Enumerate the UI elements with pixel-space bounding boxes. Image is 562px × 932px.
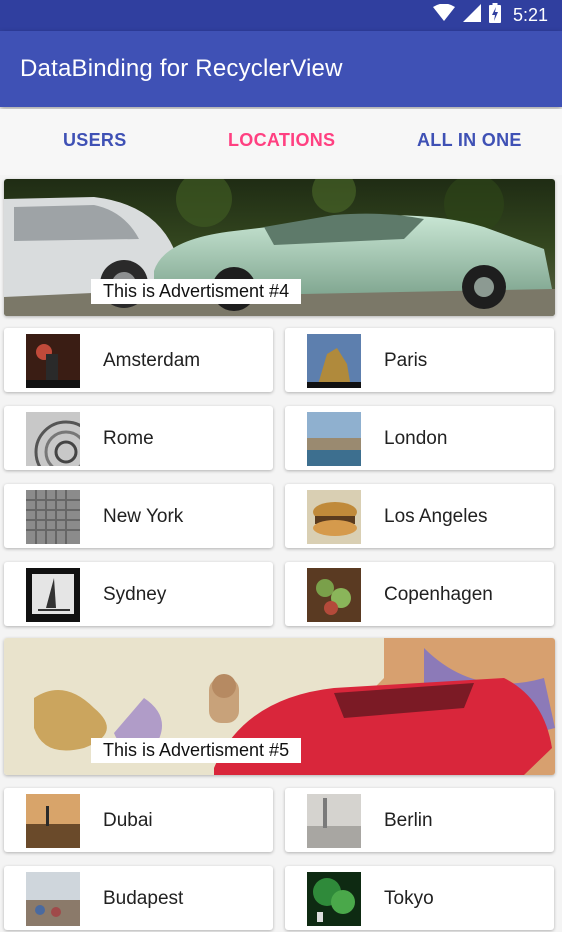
location-card-dubai[interactable]: Dubai xyxy=(4,788,273,852)
location-thumbnail xyxy=(26,794,80,848)
tab-users[interactable]: USERS xyxy=(63,130,127,151)
location-name: Copenhagen xyxy=(384,584,493,605)
location-name: Sydney xyxy=(103,584,167,605)
location-name: Dubai xyxy=(103,810,153,831)
location-name: London xyxy=(384,428,448,449)
location-name: Berlin xyxy=(384,810,433,831)
location-card-budapest[interactable]: Budapest xyxy=(4,866,273,930)
battery-charging-icon xyxy=(488,3,501,28)
ad-caption: This is Advertisment #5 xyxy=(91,738,302,763)
location-card-amsterdam[interactable]: Amsterdam xyxy=(4,328,273,392)
ad-card[interactable]: This is Advertisment #4 xyxy=(4,179,555,316)
location-card-paris[interactable]: Paris xyxy=(285,328,554,392)
location-thumbnail xyxy=(307,334,361,388)
location-thumbnail xyxy=(26,334,80,388)
location-card-berlin[interactable]: Berlin xyxy=(285,788,554,852)
location-name: Rome xyxy=(103,428,154,449)
location-card-london[interactable]: London xyxy=(285,406,554,470)
status-clock: 5:21 xyxy=(512,5,548,25)
location-thumbnail xyxy=(26,412,80,466)
location-card-rome[interactable]: Rome xyxy=(4,406,273,470)
app-title: DataBinding for RecyclerView xyxy=(20,55,343,82)
location-name: Amsterdam xyxy=(103,350,201,371)
location-name: Los Angeles xyxy=(384,506,488,527)
location-thumbnail xyxy=(26,568,80,622)
status-bar: 5:21 xyxy=(0,0,562,31)
location-thumbnail xyxy=(26,490,80,544)
app-bar: DataBinding for RecyclerView xyxy=(0,31,562,107)
location-thumbnail xyxy=(26,872,80,926)
location-name: Paris xyxy=(384,350,428,371)
location-thumbnail xyxy=(307,568,361,622)
location-card-sydney[interactable]: Sydney xyxy=(4,562,273,626)
location-thumbnail xyxy=(307,490,361,544)
location-thumbnail xyxy=(307,412,361,466)
location-thumbnail xyxy=(307,794,361,848)
location-name: New York xyxy=(103,506,184,527)
ad-card[interactable]: This is Advertisment #5 xyxy=(4,638,555,775)
tab-locations[interactable]: LOCATIONS xyxy=(228,130,335,151)
location-card-new-york[interactable]: New York xyxy=(4,484,273,548)
location-card-copenhagen[interactable]: Copenhagen xyxy=(285,562,554,626)
location-name: Budapest xyxy=(103,888,184,909)
tab-bar: USERS LOCATIONS ALL IN ONE xyxy=(0,109,562,175)
ad-caption: This is Advertisment #4 xyxy=(91,279,302,304)
location-name: Tokyo xyxy=(384,888,434,909)
location-thumbnail xyxy=(307,872,361,926)
status-icons: 5:21 xyxy=(432,0,548,31)
location-card-los-angeles[interactable]: Los Angeles xyxy=(285,484,554,548)
signal-icon xyxy=(462,4,481,27)
wifi-icon xyxy=(432,3,455,27)
tab-all-in-one[interactable]: ALL IN ONE xyxy=(417,130,522,151)
location-card-tokyo[interactable]: Tokyo xyxy=(285,866,554,930)
